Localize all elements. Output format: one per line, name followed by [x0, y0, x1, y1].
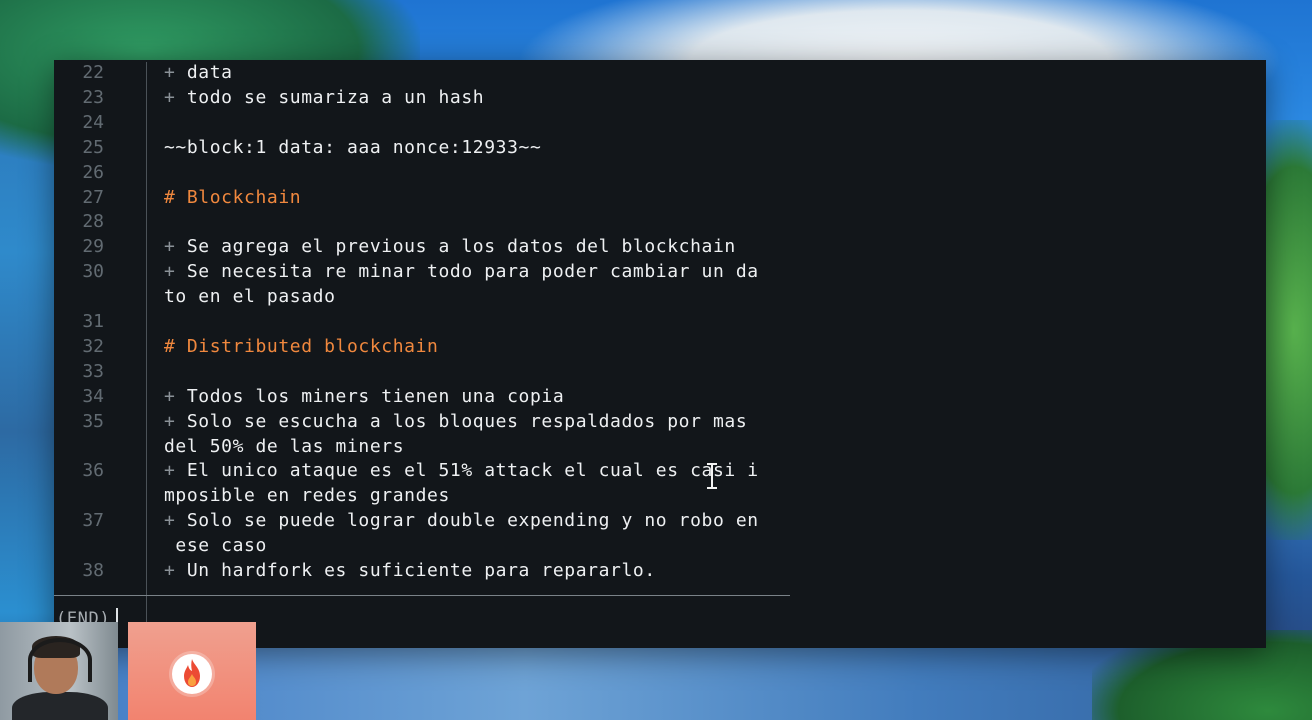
line-content: + Un hardfork es suficiente para reparar…: [164, 558, 656, 583]
line-number: 31: [82, 311, 104, 332]
line-number-gutter-divider: [146, 62, 147, 654]
presenter-body: [12, 692, 108, 720]
line-number: 23: [82, 86, 104, 108]
line-text: Solo se escucha a los bloques respaldado…: [186, 410, 748, 432]
line-number: 30: [82, 261, 104, 283]
line-number: 25: [82, 136, 104, 158]
list-bullet: +: [164, 62, 176, 83]
list-bullet: +: [164, 510, 176, 532]
line-content: + El unico ataque es el 51% attack el cu…: [164, 458, 759, 483]
line-number: 36: [82, 460, 104, 482]
line-content: + Se agrega el previous a los datos del …: [164, 234, 736, 259]
line-number: 26: [82, 161, 104, 183]
line-number: 29: [82, 236, 104, 258]
line-content: # Distributed blockchain: [164, 334, 439, 359]
line-text: Se necesita re minar todo para poder cam…: [186, 261, 759, 283]
logo-badge: [172, 654, 212, 694]
markdown-heading: # Distributed blockchain: [164, 335, 439, 357]
line-content: ~~block:1 data: aaa nonce:12933~~: [164, 135, 541, 160]
line-content: + Se necesita re minar todo para poder c…: [164, 259, 759, 284]
line-text: Solo se puede lograr double expending y …: [186, 510, 759, 532]
line-content: + Solo se puede lograr double expending …: [164, 508, 759, 533]
line-text: data: [186, 62, 233, 83]
headset-icon: [28, 638, 92, 682]
line-text: Todos los miners tienen una copia: [186, 385, 565, 407]
line-number: 27: [82, 186, 104, 208]
line-text: El unico ataque es el 51% attack el cual…: [186, 460, 759, 482]
terminal-window[interactable]: 22 + data 23 + todo se sumariza a un hash 24…: [54, 60, 1266, 654]
line-content: # Blockchain: [164, 185, 301, 210]
list-bullet: +: [164, 560, 176, 581]
line-number: 35: [82, 410, 104, 432]
line-number: 33: [82, 360, 104, 382]
line-content: to en el pasado: [164, 284, 336, 309]
list-bullet: +: [164, 236, 176, 258]
list-bullet: +: [164, 385, 176, 407]
line-content: mposible en redes grandes: [164, 483, 450, 508]
line-text: todo se sumariza a un hash: [186, 86, 485, 108]
content-end-rule: [54, 595, 790, 596]
ibeam-cursor-icon: [706, 463, 718, 489]
flame-icon: [184, 659, 200, 687]
list-bullet: +: [164, 86, 176, 108]
line-text: del 50% de las miners: [164, 435, 405, 457]
markdown-heading: # Blockchain: [164, 186, 302, 208]
logo-card: [128, 622, 256, 720]
line-content: + Solo se escucha a los bloques respalda…: [164, 409, 747, 434]
line-number: 32: [82, 335, 104, 357]
line-text: Un hardfork es suficiente para repararlo…: [186, 560, 656, 581]
line-number: 38: [82, 560, 104, 581]
line-number: 37: [82, 510, 104, 532]
line-text: ese caso: [164, 535, 267, 557]
line-content: ese caso: [164, 533, 267, 558]
line-text: ~~block:1 data: aaa nonce:12933~~: [164, 136, 542, 158]
line-number: 28: [82, 211, 104, 233]
line-text: Se agrega el previous a los datos del bl…: [186, 236, 736, 258]
line-content: + Todos los miners tienen una copia: [164, 384, 564, 409]
line-content: + todo se sumariza a un hash: [164, 85, 484, 110]
line-text: to en el pasado: [164, 286, 336, 308]
line-number: 34: [82, 385, 104, 407]
list-bullet: +: [164, 410, 176, 432]
list-bullet: +: [164, 460, 176, 482]
presenter-webcam: [0, 622, 118, 720]
line-content: + data: [164, 60, 233, 85]
list-bullet: +: [164, 261, 176, 283]
line-number: 24: [82, 111, 104, 133]
line-content: del 50% de las miners: [164, 434, 404, 459]
line-text: mposible en redes grandes: [164, 485, 450, 507]
line-number: 22: [82, 62, 104, 83]
